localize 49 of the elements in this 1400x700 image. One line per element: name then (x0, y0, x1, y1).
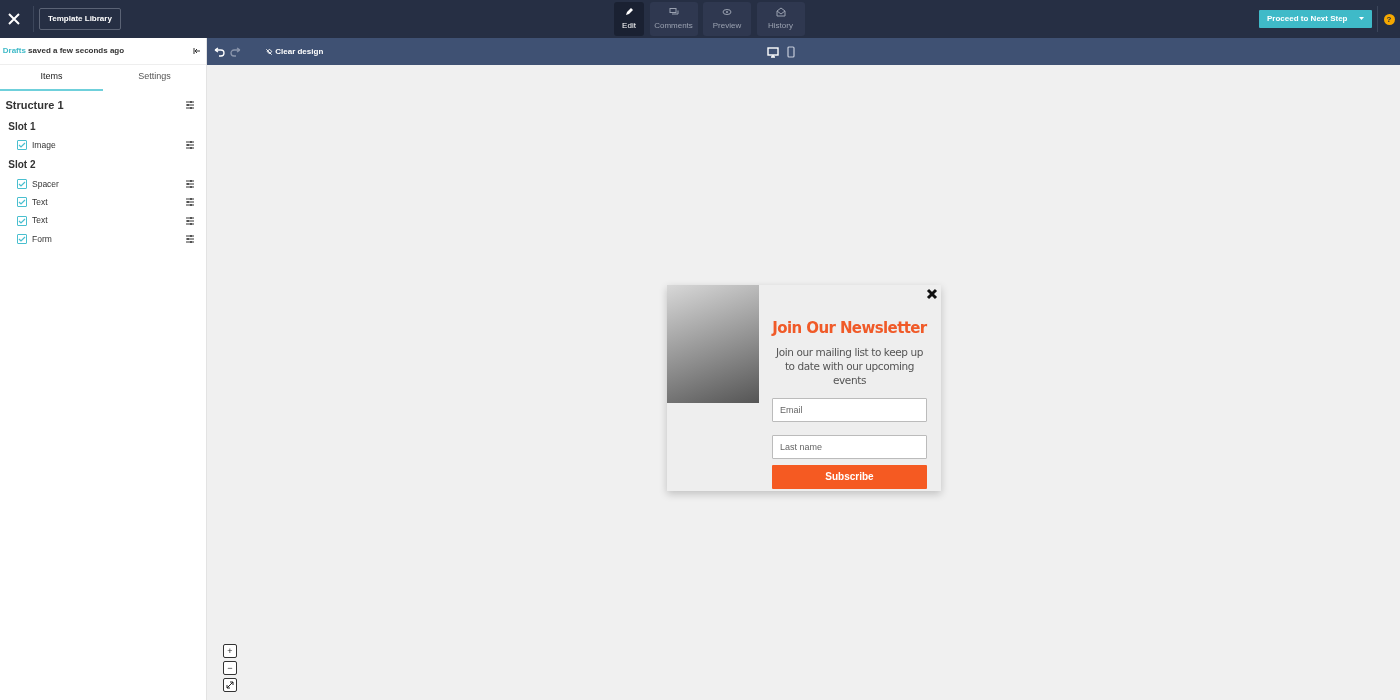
desktop-icon (767, 46, 779, 59)
device-toggle[interactable] (784, 43, 797, 60)
item-label: Image (32, 139, 57, 152)
slot-title: Slot 1 (7, 119, 37, 134)
close-icon[interactable] (924, 286, 939, 301)
sliders-icon[interactable] (185, 234, 195, 245)
zoom-in-button[interactable]: + (223, 644, 237, 658)
sliders-icon[interactable] (185, 179, 195, 190)
help-icon[interactable]: ? (1383, 13, 1395, 25)
close-icon[interactable] (5, 11, 22, 27)
checkbox[interactable] (16, 179, 27, 190)
sliders-icon[interactable] (185, 197, 195, 208)
mode-tab[interactable]: Comments (649, 2, 698, 36)
undo-icon[interactable] (212, 45, 225, 58)
sliders-icon[interactable] (185, 140, 195, 151)
expand-icon (226, 681, 234, 689)
item-label: Text (32, 196, 49, 209)
checkbox[interactable] (16, 197, 27, 208)
phone-icon (784, 46, 797, 59)
pencil-icon (624, 6, 634, 17)
checkbox[interactable] (16, 234, 27, 245)
caret-icon (1358, 17, 1364, 21)
eye-icon (722, 6, 732, 17)
checkbox[interactable] (16, 215, 27, 226)
input-field[interactable]: Last name (772, 434, 927, 459)
input-field[interactable]: Email (772, 397, 927, 422)
sliders-icon[interactable] (185, 215, 195, 226)
eraser-icon (264, 47, 273, 56)
envelope-icon (775, 6, 786, 17)
save-status: Drafts saved a few seconds ago (2, 45, 125, 57)
mode-tab[interactable]: History (756, 2, 805, 36)
mode-tab[interactable]: Preview (703, 2, 751, 36)
template-library-button[interactable]: Template Library (39, 8, 121, 30)
popup-description: Join our mailing list to keep up to date with our upcoming events (774, 344, 924, 387)
item-label: Spacer (32, 177, 60, 191)
slot-title: Slot 2 (7, 158, 37, 173)
clear-design-button[interactable]: Clear design (258, 44, 330, 59)
fit-button[interactable] (223, 678, 237, 692)
sliders-icon[interactable] (185, 99, 195, 110)
mode-tab[interactable]: Edit (614, 2, 644, 36)
popup-heading: Join Our Newsletter (772, 317, 927, 339)
zoom-out-button[interactable]: − (223, 661, 237, 675)
chat-icon (668, 6, 679, 17)
item-label: Form (32, 232, 53, 246)
redo-icon[interactable] (230, 45, 242, 58)
checkbox[interactable] (16, 140, 27, 151)
item-label: Text (32, 214, 49, 228)
structure-title: Structure 1 (5, 97, 64, 113)
collapse-icon[interactable] (192, 47, 201, 55)
